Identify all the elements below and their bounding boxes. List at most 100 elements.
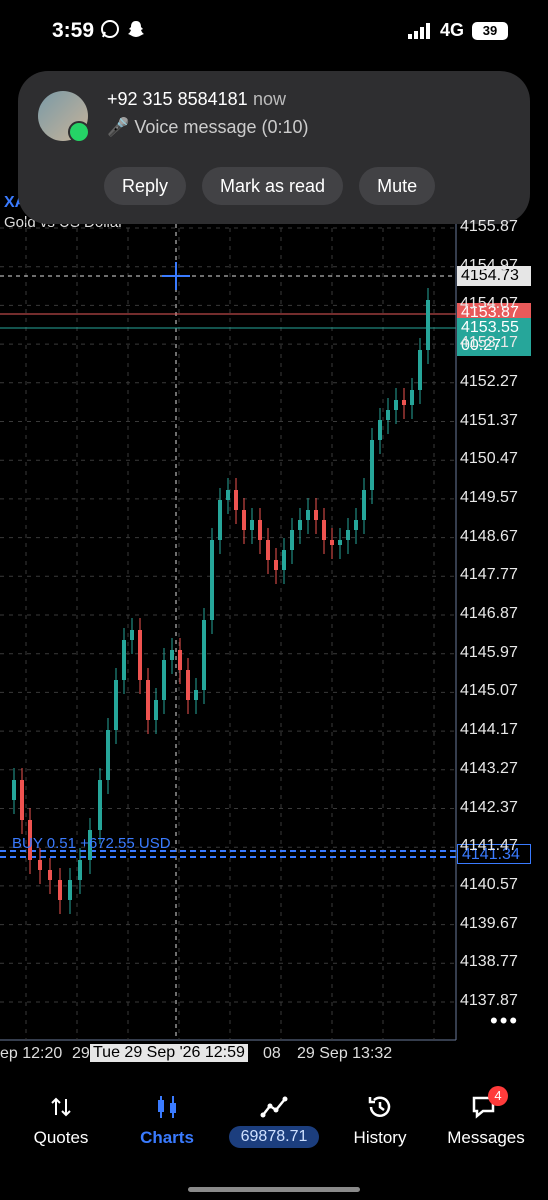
home-indicator xyxy=(188,1187,360,1192)
trade-line-icon xyxy=(260,1096,288,1118)
whatsapp-notification[interactable]: +92 315 8584181 now 🎤 Voice message (0:1… xyxy=(18,71,530,224)
nav-charts[interactable]: Charts xyxy=(117,1092,217,1148)
time-label: 29 xyxy=(72,1045,90,1062)
candle-body xyxy=(330,540,334,545)
candle-body xyxy=(314,510,318,520)
price-axis-label: 4155.87 xyxy=(460,218,518,235)
candle-body xyxy=(290,530,294,550)
time-label: 29 Sep 13:32 xyxy=(297,1045,393,1062)
candle-body xyxy=(234,490,238,510)
nav-history[interactable]: History xyxy=(330,1092,430,1148)
candle-body xyxy=(98,780,102,830)
whatsapp-icon xyxy=(68,121,90,143)
candle-body xyxy=(298,520,302,530)
price-axis-label: 4143.27 xyxy=(460,759,518,777)
price-axis-label: 4152.27 xyxy=(460,372,518,390)
price-axis-label: 4154.07 xyxy=(460,295,518,313)
candle-body xyxy=(418,350,422,390)
candle-body xyxy=(146,680,150,720)
candle-body xyxy=(394,400,398,410)
candle-body xyxy=(210,540,214,620)
nav-history-label: History xyxy=(353,1128,407,1147)
price-axis-label: 4138.77 xyxy=(460,953,518,971)
candle-body xyxy=(20,780,24,820)
notification-time: now xyxy=(253,89,287,109)
candle-body xyxy=(194,690,198,700)
candle-body xyxy=(226,490,230,500)
nav-messages[interactable]: Messages xyxy=(436,1092,536,1148)
nav-trade[interactable] xyxy=(224,1092,324,1122)
equity-value: 69878.71 xyxy=(229,1126,319,1148)
price-axis-label: 4146.87 xyxy=(460,605,518,622)
mark-as-read-button[interactable]: Mark as read xyxy=(202,167,344,205)
time-label: 08 xyxy=(263,1045,281,1062)
position-line-label[interactable]: BUY 0.51 +672.55 USD xyxy=(12,835,171,852)
candle-body xyxy=(106,730,110,780)
price-axis-label: 4142.37 xyxy=(460,798,518,816)
candle-body xyxy=(346,530,350,540)
price-axis-label: 4144.17 xyxy=(460,721,518,739)
reply-button[interactable]: Reply xyxy=(104,167,187,205)
history-clock-icon xyxy=(368,1096,391,1117)
candle-body xyxy=(58,880,62,900)
price-axis-label: 4151.37 xyxy=(460,411,518,429)
candle-body xyxy=(274,560,278,570)
price-axis-label: 4139.67 xyxy=(460,914,518,932)
more-options-icon[interactable]: ••• xyxy=(490,1008,519,1034)
mute-button[interactable]: Mute xyxy=(359,167,436,205)
candle-body xyxy=(266,540,270,560)
time-axis: ep 12:20 29 08 29 Sep 13:32 xyxy=(0,1042,548,1066)
nav-quotes[interactable]: Quotes xyxy=(11,1092,111,1148)
candle-body xyxy=(362,490,366,520)
candle-body xyxy=(370,440,374,490)
candle-body xyxy=(218,500,222,540)
candle-body xyxy=(322,520,326,540)
candle-body xyxy=(78,860,82,880)
candle-body xyxy=(410,390,414,405)
price-axis-label: 4149.57 xyxy=(460,488,518,506)
candle-body xyxy=(130,630,134,640)
candle-body xyxy=(258,520,262,540)
price-axis-label: 4154.97 xyxy=(460,256,518,274)
price-axis-label: 4153.17 xyxy=(460,334,518,352)
notification-sender: +92 315 8584181 xyxy=(107,89,248,109)
crosshair-cursor xyxy=(162,262,190,290)
price-axis-label: 4148.67 xyxy=(460,527,518,545)
quotes-arrows-icon xyxy=(51,1097,71,1117)
time-cursor-label: Tue 29 Sep '26 12:59 xyxy=(90,1044,248,1062)
candle-body xyxy=(338,540,342,545)
nav-charts-label: Charts xyxy=(140,1128,194,1147)
candle-body xyxy=(178,650,182,670)
candle-body xyxy=(306,510,310,520)
time-label: ep 12:20 xyxy=(0,1045,63,1062)
candle-body xyxy=(170,650,174,660)
candle-body xyxy=(202,620,206,690)
candle-body xyxy=(282,550,286,570)
candle-body xyxy=(186,670,190,700)
candle-body xyxy=(48,870,52,880)
price-axis-label: 4145.97 xyxy=(460,643,518,661)
candle-body xyxy=(250,520,254,530)
candle-body xyxy=(114,680,118,730)
candle-body xyxy=(12,780,16,800)
candlestick-icon xyxy=(158,1096,176,1118)
messages-badge: 4 xyxy=(488,1086,508,1106)
price-axis-label: 4150.47 xyxy=(460,450,518,468)
candle-body xyxy=(242,510,246,530)
candle-body xyxy=(68,880,72,900)
candle-body xyxy=(38,860,42,870)
price-axis-label: 4145.07 xyxy=(460,682,518,700)
price-axis-label: 4147.77 xyxy=(460,566,518,584)
candle-body xyxy=(154,700,158,720)
candle-body xyxy=(378,420,382,440)
price-axis-label: 4137.87 xyxy=(460,992,518,1009)
candle-body xyxy=(122,640,126,680)
nav-messages-label: Messages xyxy=(447,1128,525,1147)
notification-actions: Reply Mark as read Mute xyxy=(104,167,436,205)
candle-body xyxy=(354,520,358,530)
candle-body xyxy=(402,400,406,405)
notification-message: 🎤 Voice message (0:10) xyxy=(107,117,309,137)
nav-quotes-label: Quotes xyxy=(33,1128,89,1147)
price-axis-label: 4140.57 xyxy=(460,875,518,893)
price-axis-label: 4141.47 xyxy=(460,837,518,855)
